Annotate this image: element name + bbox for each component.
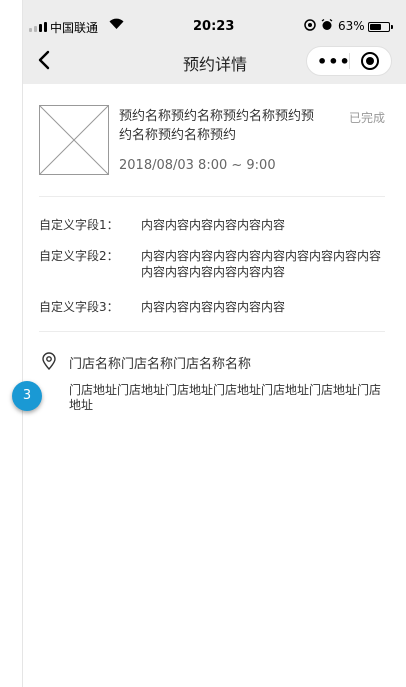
battery-icon [368, 22, 393, 32]
carrier-name: 中国联通 [50, 21, 99, 35]
capsule-divider [349, 53, 350, 69]
store-info[interactable]: 门店名称门店名称门店名称名称 [39, 350, 385, 372]
more-icon[interactable]: ••• [317, 52, 351, 71]
field-value: 内容内容内容内容内容内容 [141, 300, 286, 314]
field-value: 内容内容内容内容内容内容内容内容内容内容内容内容内容内容内容内容 [141, 249, 382, 279]
section-divider [39, 331, 385, 332]
signal-icon [29, 22, 47, 32]
alarm-icon [321, 18, 333, 34]
step-badge: 3 [12, 381, 42, 411]
section-divider [39, 196, 385, 197]
order-name: 预约名称预约名称预约名称预约预约名称预约名称预约 [119, 109, 315, 143]
wifi-icon [109, 18, 124, 33]
status-badge: 已完成 [349, 111, 386, 125]
image-placeholder-icon [39, 105, 109, 175]
store-name: 门店名称门店名称门店名称名称 [69, 357, 252, 372]
field-label: 自定义字段2： [39, 249, 119, 263]
field-value: 内容内容内容内容内容内容 [141, 218, 286, 232]
mini-program-capsule: ••• [306, 46, 392, 76]
status-time: 20:23 [193, 19, 235, 34]
navigation-bar: 预约详情 ••• [23, 38, 406, 82]
location-pin-icon [42, 352, 56, 370]
store-address: 门店地址门店地址门店地址门店地址门店地址门店地址门店地址 [69, 383, 382, 412]
order-time: 2018/08/03 8:00 ~ 9:00 [119, 158, 276, 173]
battery-percent: 63% [338, 19, 365, 33]
field-label: 自定义字段3： [39, 300, 119, 314]
close-mini-program-icon[interactable] [361, 52, 379, 70]
field-label: 自定义字段1： [39, 218, 119, 232]
top-bar: 中国联通 20:23 63% 预约详情 ••• [23, 0, 406, 84]
phone-screen: 中国联通 20:23 63% 预约详情 ••• 预约名称预约名称预约名称预约预约… [22, 0, 406, 687]
status-bar: 中国联通 20:23 63% [23, 0, 406, 36]
location-lock-icon [304, 19, 316, 34]
